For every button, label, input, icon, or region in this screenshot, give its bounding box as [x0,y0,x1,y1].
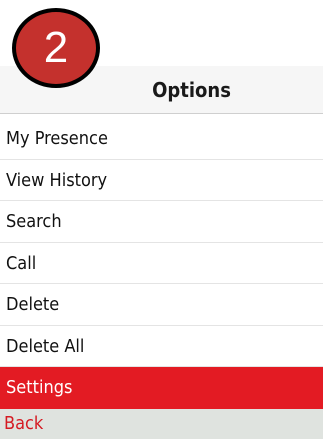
back-softkey[interactable]: Back [4,409,43,439]
menu-item-settings[interactable]: Settings [0,367,323,409]
menu-item-delete[interactable]: Delete [0,284,323,326]
menu-item-search[interactable]: Search [0,201,323,243]
menu-item-delete-all[interactable]: Delete All [0,325,323,367]
softkey-bar: Back [0,409,323,439]
options-menu: My Presence View History Search Call Del… [0,118,323,409]
menu-item-my-presence[interactable]: My Presence [0,118,323,160]
menu-item-call[interactable]: Call [0,242,323,284]
step-number-badge: 2 [12,8,100,88]
options-screen: 2 Options My Presence View History Searc… [0,0,323,439]
menu-item-view-history[interactable]: View History [0,159,323,201]
